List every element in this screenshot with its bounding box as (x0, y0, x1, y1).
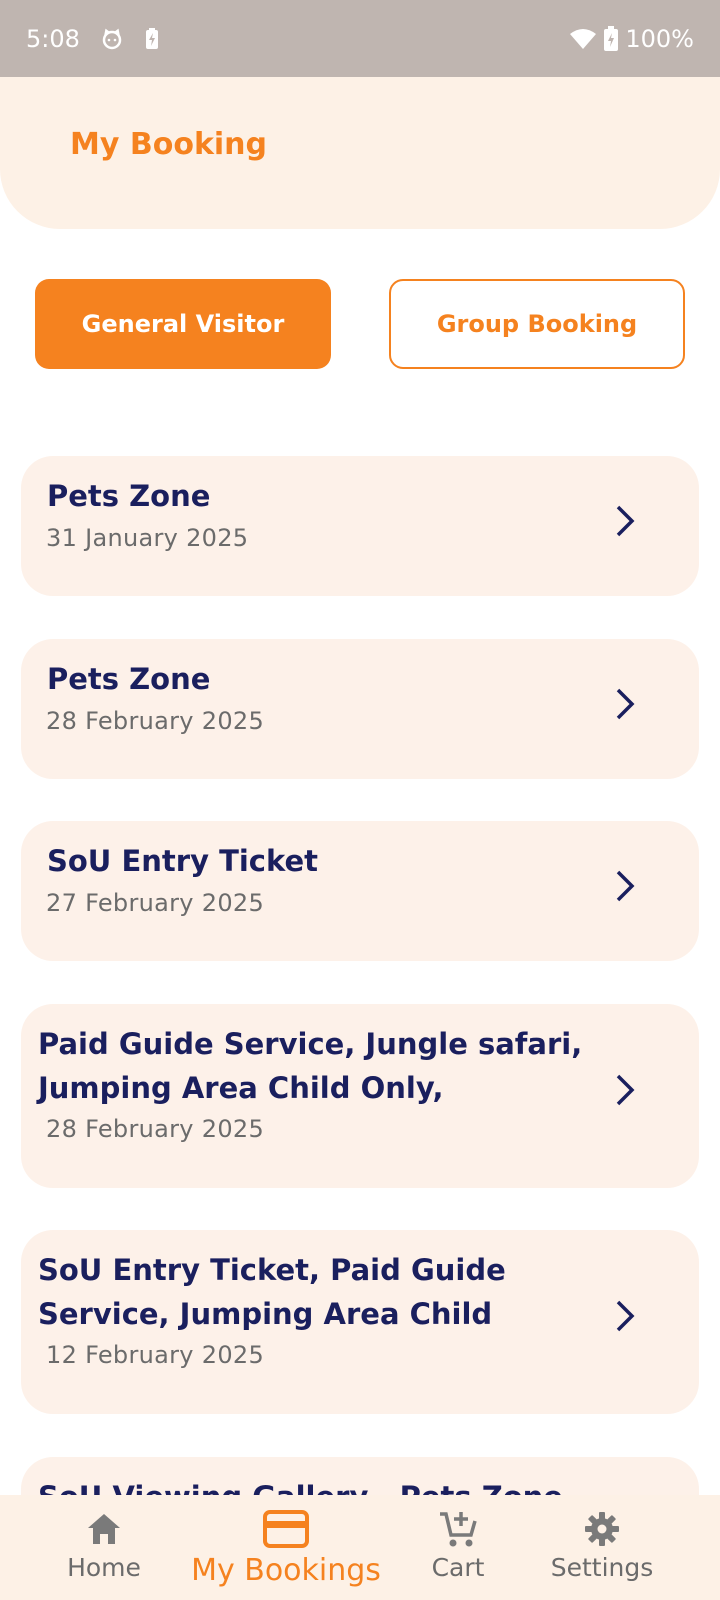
nav-cart[interactable]: Cart (412, 1495, 504, 1600)
booking-date: 31 January 2025 (46, 524, 249, 552)
wifi-icon (569, 28, 597, 50)
nav-label: Cart (431, 1553, 485, 1582)
nav-label: Settings (550, 1553, 654, 1582)
booking-date: 27 February 2025 (46, 889, 265, 917)
booking-title: Pets Zone (47, 662, 211, 696)
nav-my-bookings[interactable]: My Bookings (188, 1495, 384, 1600)
booking-title: SoU Entry Ticket, Paid Guide Service, Ju… (38, 1253, 506, 1331)
chevron-right-icon (611, 1296, 639, 1336)
booking-card[interactable]: SoU Entry Ticket 27 February 2025 (21, 821, 699, 961)
booking-date: 12 February 2025 (46, 1341, 265, 1369)
cart-add-icon (438, 1509, 478, 1549)
chevron-right-icon (611, 501, 639, 541)
header: My Booking (0, 77, 720, 229)
battery-icon (603, 25, 619, 52)
booking-card[interactable]: Paid Guide Service, Jungle safari, Jumpi… (21, 1004, 699, 1188)
booking-card[interactable]: Pets Zone 28 February 2025 (21, 639, 699, 779)
bottom-nav: Home My Bookings Cart Settings (0, 1495, 720, 1600)
cat-face-icon (100, 27, 124, 51)
group-booking-tab[interactable]: Group Booking (389, 279, 685, 369)
battery-charging-icon (144, 27, 160, 51)
nav-settings[interactable]: Settings (546, 1495, 658, 1600)
battery-percentage: 100% (625, 24, 694, 53)
nav-label: My Bookings (191, 1553, 381, 1588)
nav-label: Home (67, 1553, 141, 1582)
home-icon (86, 1509, 122, 1549)
page-title: My Booking (70, 127, 268, 162)
booking-card[interactable]: SoU Entry Ticket, Paid Guide Service, Ju… (21, 1230, 699, 1414)
booking-title: Paid Guide Service, Jungle safari, Jumpi… (38, 1027, 583, 1105)
chevron-right-icon (611, 684, 639, 724)
booking-date: 28 February 2025 (46, 1115, 265, 1143)
status-bar-left: 5:08 (26, 25, 160, 53)
gear-icon (584, 1509, 620, 1549)
booking-card[interactable]: Pets Zone 31 January 2025 (21, 456, 699, 596)
chevron-right-icon (611, 866, 639, 906)
chevron-right-icon (611, 1070, 639, 1110)
booking-title: SoU Entry Ticket (47, 844, 319, 878)
status-bar-right: 100% (569, 25, 694, 53)
card-icon (263, 1509, 309, 1549)
status-time: 5:08 (26, 24, 80, 53)
nav-home[interactable]: Home (58, 1495, 150, 1600)
booking-title: Pets Zone (47, 479, 211, 513)
general-visitor-tab[interactable]: General Visitor (35, 279, 331, 369)
booking-date: 28 February 2025 (46, 707, 265, 735)
status-bar: 5:08 100% (0, 0, 720, 77)
